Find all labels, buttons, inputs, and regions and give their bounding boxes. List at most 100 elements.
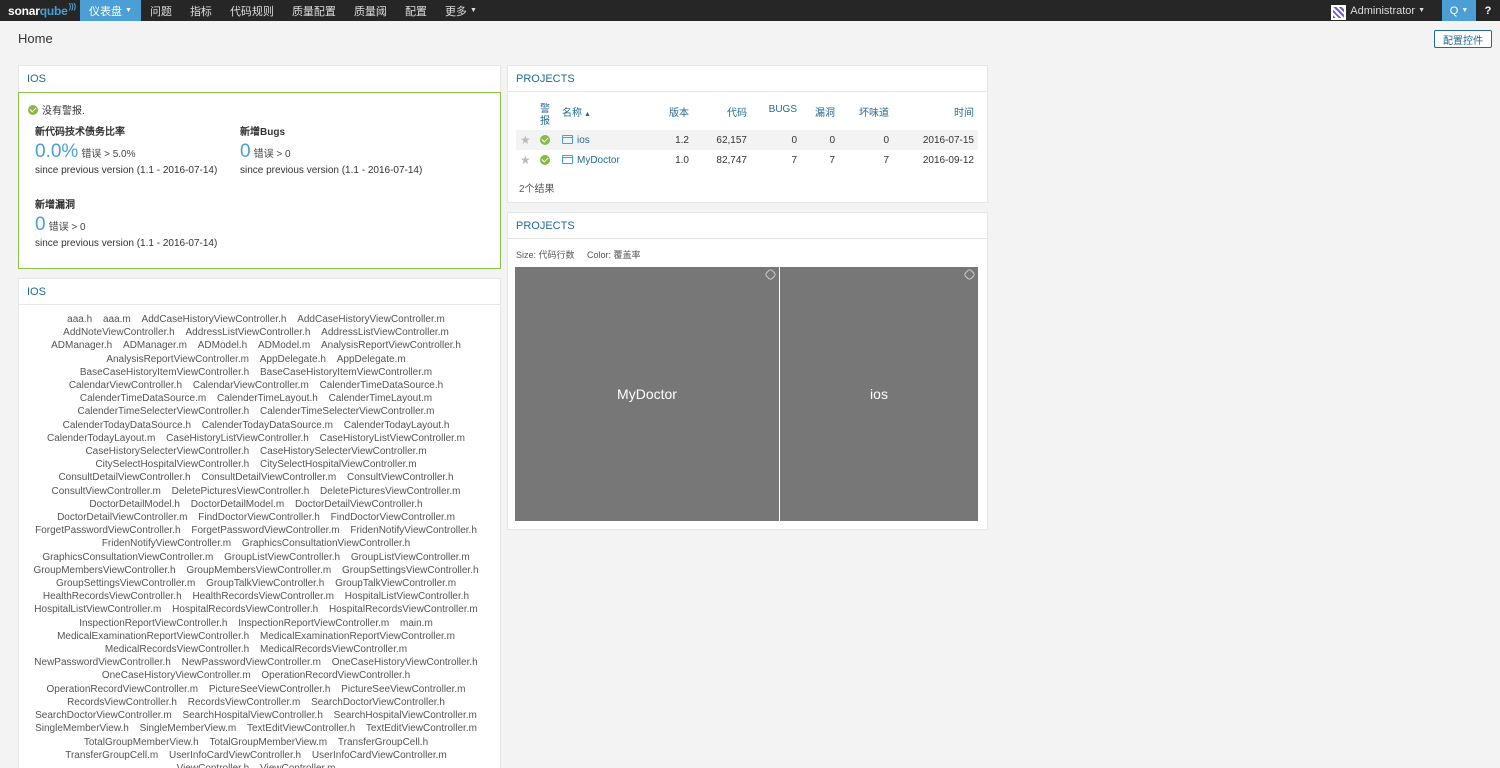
cloud-word[interactable]: ADModel.m (258, 340, 310, 351)
cloud-word[interactable]: TextEditViewController.m (366, 723, 477, 734)
cloud-word[interactable]: CalendarViewController.m (193, 380, 309, 391)
cloud-word[interactable]: GroupListViewController.h (224, 552, 340, 563)
cloud-word[interactable]: InspectionReportViewController.m (238, 618, 389, 629)
cloud-word[interactable]: ConsultViewController.m (52, 486, 161, 497)
condition-value[interactable]: 0 (240, 141, 251, 162)
code-cell[interactable]: 82,747 (693, 150, 751, 170)
cloud-word[interactable]: CaseHistoryListViewController.m (320, 433, 465, 444)
widget-title[interactable]: IOS (19, 66, 500, 92)
cloud-word[interactable]: ConsultViewController.h (347, 472, 454, 483)
vulnerabilities-cell[interactable]: 7 (801, 150, 839, 170)
cloud-word[interactable]: OperationRecordViewController.h (261, 670, 410, 681)
cloud-word[interactable]: OperationRecordViewController.m (46, 684, 198, 695)
cloud-word[interactable]: ConsultDetailViewController.m (201, 472, 336, 483)
cloud-word[interactable]: OneCaseHistoryViewController.m (102, 670, 251, 681)
cloud-word[interactable]: TextEditViewController.h (247, 723, 355, 734)
cloud-word[interactable]: CalenderTodayDataSource.m (202, 420, 333, 431)
cloud-word[interactable]: BaseCaseHistoryItemViewController.h (80, 367, 249, 378)
cloud-word[interactable]: ADManager.h (51, 340, 112, 351)
cloud-word[interactable]: FridenNotifyViewController.h (350, 525, 477, 536)
cloud-word[interactable]: DoctorDetailModel.m (191, 499, 284, 510)
cloud-word[interactable]: HealthRecordsViewController.h (43, 591, 182, 602)
cloud-word[interactable]: RecordsViewController.h (67, 697, 177, 708)
cloud-word[interactable]: ConsultDetailViewController.h (58, 472, 190, 483)
cloud-word[interactable]: HealthRecordsViewController.m (192, 591, 334, 602)
col-code-smells[interactable]: 坏味道 (839, 102, 893, 130)
cloud-word[interactable]: DoctorDetailViewController.h (295, 499, 423, 510)
user-menu[interactable]: Administrator ▼ (1322, 0, 1434, 21)
nav-measures[interactable]: 指标 (181, 0, 221, 21)
cloud-word[interactable]: GroupSettingsViewController.h (342, 565, 479, 576)
cloud-word[interactable]: BaseCaseHistoryItemViewController.m (260, 367, 432, 378)
cloud-word[interactable]: DeletePicturesViewController.h (172, 486, 310, 497)
cloud-word[interactable]: CalenderTimeLayout.m (329, 393, 433, 404)
cloud-word[interactable]: AddressListViewController.m (321, 327, 449, 338)
cloud-word[interactable]: DeletePicturesViewController.m (320, 486, 460, 497)
col-alert[interactable]: 警报 (536, 102, 558, 130)
cloud-word[interactable]: FridenNotifyViewController.m (102, 538, 231, 549)
cloud-word[interactable]: FindDoctorViewController.m (331, 512, 455, 523)
cloud-word[interactable]: GraphicsConsultationViewController.m (42, 552, 213, 563)
search-button[interactable]: Q ▼ (1442, 0, 1476, 21)
cloud-word[interactable]: CalenderTimeSelecterViewController.m (260, 406, 435, 417)
cloud-word[interactable]: UserInfoCardViewController.h (169, 750, 301, 761)
cloud-word[interactable]: MedicalRecordsViewController.h (105, 644, 249, 655)
cloud-word[interactable]: ForgetPasswordViewController.m (191, 525, 339, 536)
favorite-star-icon[interactable]: ★ (516, 150, 536, 170)
cloud-word[interactable]: GroupMembersViewController.m (186, 565, 331, 576)
cloud-word[interactable]: SingleMemberView.h (35, 723, 129, 734)
cloud-word[interactable]: CalenderTimeDataSource.h (320, 380, 444, 391)
widget-title[interactable]: PROJECTS (508, 213, 987, 239)
cloud-word[interactable]: ViewController.h (177, 763, 250, 768)
cloud-word[interactable]: NewPasswordViewController.h (34, 657, 171, 668)
cloud-word[interactable]: HospitalListViewController.m (34, 604, 161, 615)
cloud-word[interactable]: DoctorDetailModel.h (89, 499, 180, 510)
bugs-cell[interactable]: 7 (751, 150, 801, 170)
cloud-word[interactable]: CalendarViewController.h (69, 380, 182, 391)
cloud-word[interactable]: ADModel.h (198, 340, 247, 351)
code-smells-cell[interactable]: 0 (839, 130, 893, 150)
cloud-word[interactable]: AddressListViewController.h (186, 327, 311, 338)
link-icon[interactable] (963, 268, 976, 281)
cloud-word[interactable]: SearchHospitalViewController.h (182, 710, 322, 721)
widget-title[interactable]: IOS (19, 279, 500, 305)
nav-quality-gates[interactable]: 质量阈 (345, 0, 396, 21)
sonarqube-logo[interactable]: sonar qube))) (0, 0, 80, 21)
cloud-word[interactable]: CitySelectHospitalViewController.h (95, 459, 249, 470)
cloud-word[interactable]: MedicalExaminationReportViewController.h (57, 631, 249, 642)
cloud-word[interactable]: ViewController.m (260, 763, 335, 768)
cloud-word[interactable]: AddCaseHistoryViewController.m (297, 314, 445, 325)
col-bugs[interactable]: BUGS (751, 102, 801, 130)
col-version[interactable]: 版本 (648, 102, 693, 130)
cloud-word[interactable]: SearchHospitalViewController.m (334, 710, 477, 721)
cloud-word[interactable]: CaseHistoryListViewController.h (166, 433, 309, 444)
cloud-word[interactable]: GroupMembersViewController.h (33, 565, 175, 576)
cloud-word[interactable]: CalenderTodayDataSource.h (63, 420, 191, 431)
cloud-word[interactable]: CitySelectHospitalViewController.m (260, 459, 417, 470)
cloud-word[interactable]: FindDoctorViewController.h (198, 512, 320, 523)
nav-more[interactable]: 更多 ▼ (436, 0, 486, 21)
cloud-word[interactable]: MedicalExaminationReportViewController.m (260, 631, 455, 642)
project-link[interactable]: MyDoctor (577, 155, 620, 166)
cloud-word[interactable]: NewPasswordViewController.m (182, 657, 321, 668)
cloud-word[interactable]: CaseHistorySelecterViewController.h (85, 446, 249, 457)
cloud-word[interactable]: aaa.h (67, 314, 92, 325)
col-date[interactable]: 时间 (893, 102, 978, 130)
cloud-word[interactable]: main.m (400, 618, 433, 629)
cloud-word[interactable]: PictureSeeViewController.h (209, 684, 331, 695)
cloud-word[interactable]: TransferGroupCell.h (338, 737, 428, 748)
link-icon[interactable] (764, 268, 777, 281)
bugs-cell[interactable]: 0 (751, 130, 801, 150)
cloud-word[interactable]: ForgetPasswordViewController.h (35, 525, 180, 536)
nav-rules[interactable]: 代码规则 (221, 0, 283, 21)
cloud-word[interactable]: ADManager.m (123, 340, 187, 351)
cloud-word[interactable]: DoctorDetailViewController.m (57, 512, 187, 523)
help-button[interactable]: ? (1476, 0, 1500, 21)
cloud-word[interactable]: HospitalRecordsViewController.m (329, 604, 478, 615)
cloud-word[interactable]: AnalysisReportViewController.m (106, 354, 249, 365)
cloud-word[interactable]: RecordsViewController.m (188, 697, 301, 708)
project-link[interactable]: ios (577, 135, 590, 146)
cloud-word[interactable]: HospitalRecordsViewController.h (172, 604, 318, 615)
nav-dashboards[interactable]: 仪表盘 ▼ (80, 0, 141, 21)
name-cell[interactable]: ios (558, 130, 648, 150)
